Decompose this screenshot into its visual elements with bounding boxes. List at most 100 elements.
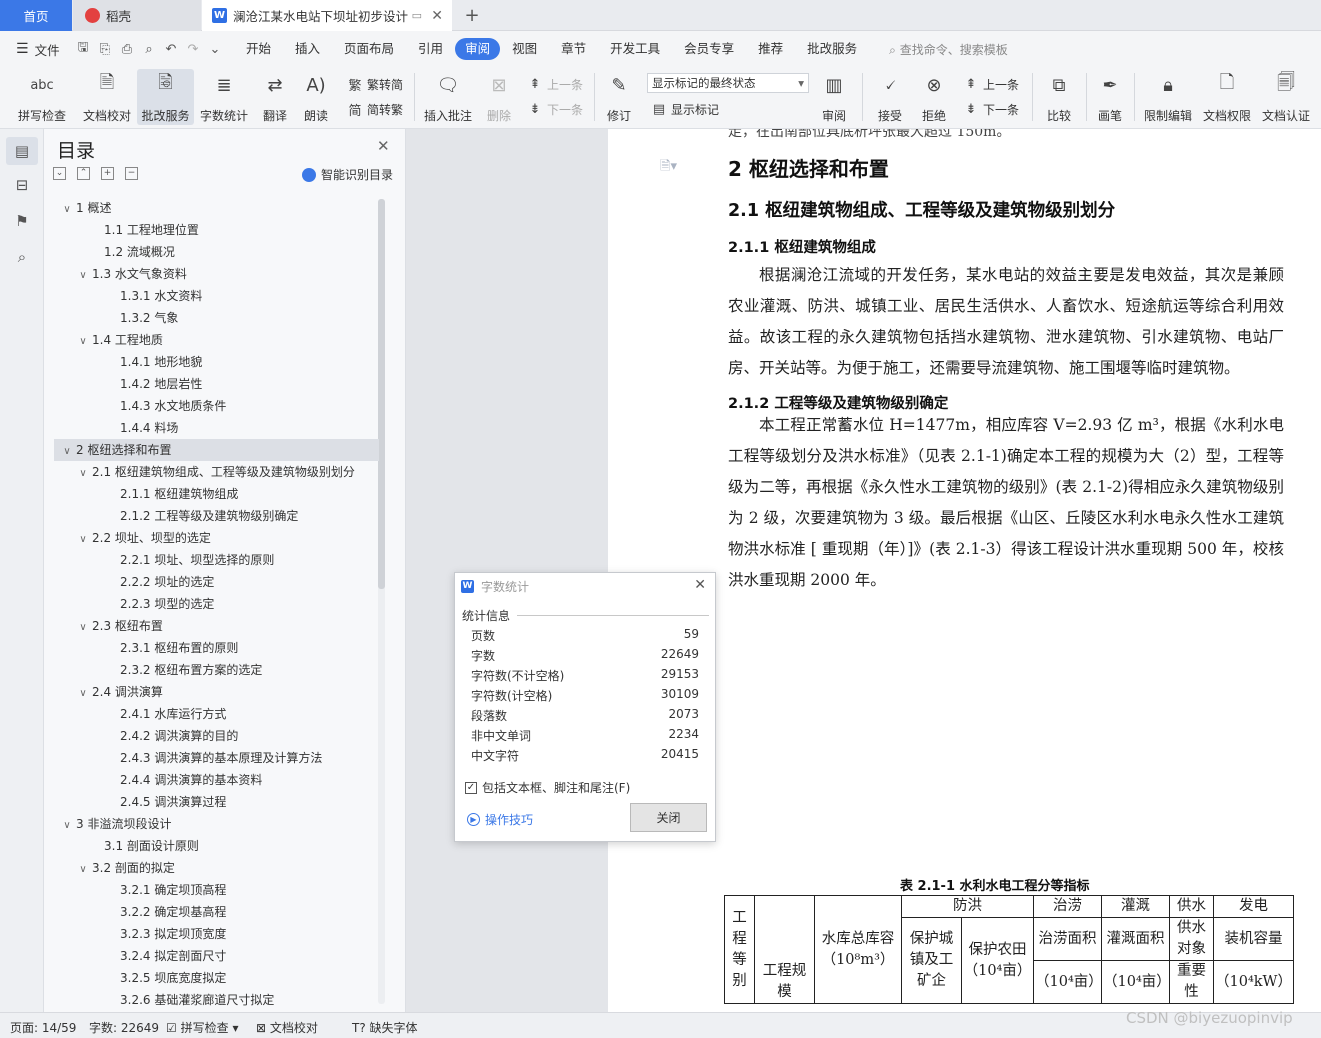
toc-item[interactable]: 2.4.1 水库运行方式 [54, 703, 379, 725]
toc-item[interactable]: ∨ 2.4 调洪演算 [54, 681, 379, 703]
toc-item[interactable]: 2.3.2 枢纽布置方案的选定 [54, 659, 379, 681]
tab-recommend[interactable]: 推荐 [746, 38, 795, 60]
collapse-arrow-icon[interactable]: ∨ [76, 617, 90, 639]
export-pdf-icon[interactable]: ⎘ [94, 38, 116, 60]
toc-item[interactable]: ∨ 1.4 工程地质 [54, 329, 379, 351]
include-textbox-checkbox[interactable]: ✓ 包括文本框、脚注和尾注(F) [465, 779, 630, 796]
toc-item[interactable]: 1.4.4 料场 [54, 417, 379, 439]
toc-item[interactable]: 3.1 剖面设计原则 [54, 835, 379, 857]
review-pane-button[interactable]: ▥ 审阅 [814, 69, 854, 125]
tips-link[interactable]: ▶ 操作技巧 [467, 811, 533, 828]
word-count-button[interactable]: ≣ 字数统计 [197, 69, 251, 125]
collapse-arrow-icon[interactable]: ∨ [60, 199, 74, 221]
tab-home[interactable]: 首页 [0, 0, 72, 31]
to-simplified-button[interactable]: 简 简转繁 [346, 98, 403, 120]
collapse-arrow-icon[interactable]: ∨ [60, 815, 74, 837]
tab-page-layout[interactable]: 页面布局 [332, 38, 406, 60]
command-search[interactable]: ⌕ 查找命令、搜索模板 [889, 41, 1008, 58]
save-icon[interactable]: 🖫 [72, 38, 94, 60]
collapse-all-icon[interactable]: ⌄ [53, 167, 66, 180]
collapse-arrow-icon[interactable]: ∨ [60, 441, 74, 463]
toc-item[interactable]: ∨ 2.2 坝址、坝型的选定 [54, 527, 379, 549]
pen-button[interactable]: ✒ 画笔 [1092, 69, 1128, 125]
toc-item[interactable]: 2.3.1 枢纽布置的原则 [54, 637, 379, 659]
screen-icon[interactable]: ▭ [412, 9, 422, 22]
expand-up-icon[interactable]: ⌃ [77, 167, 90, 180]
tab-view[interactable]: 视图 [500, 38, 549, 60]
toc-item[interactable]: 2.2.3 坝型的选定 [54, 593, 379, 615]
print-preview-icon[interactable]: ⌕ [138, 38, 160, 60]
revise-service-button[interactable]: 🗟 批改服务 [137, 69, 194, 125]
toc-item[interactable]: 3.2.4 拟定剖面尺寸 [54, 945, 379, 967]
restrict-edit-button[interactable]: 🔒︎ 限制编辑 [1140, 69, 1196, 125]
prev-change-button[interactable]: ⇞ 上一条 [962, 73, 1019, 95]
toc-item[interactable]: 2.4.5 调洪演算过程 [54, 791, 379, 813]
prev-comment-button[interactable]: ⇞ 上一条 [526, 73, 583, 95]
spell-check-status[interactable]: ☑ 拼写检查 ▾ [166, 1019, 238, 1036]
dialog-close-icon[interactable]: ✕ [694, 577, 706, 593]
toc-item[interactable]: 3.2.2 确定坝基高程 [54, 901, 379, 923]
word-count-indicator[interactable]: 字数: 22649 [89, 1019, 159, 1036]
toc-item[interactable]: 1.2 流域概况 [54, 241, 379, 263]
collapse-arrow-icon[interactable]: ∨ [76, 529, 90, 551]
missing-font-status[interactable]: T? 缺失字体 [352, 1019, 418, 1036]
toc-item[interactable]: ∨ 2.3 枢纽布置 [54, 615, 379, 637]
toc-item[interactable]: ∨ 2 枢纽选择和布置 [54, 439, 379, 461]
read-aloud-button[interactable]: A) 朗读 [299, 69, 333, 125]
toc-item[interactable]: ∨ 2.1 枢纽建筑物组成、工程等级及建筑物级别划分 [54, 461, 379, 483]
file-menu[interactable]: ☰ 文件 [0, 40, 72, 59]
new-tab-button[interactable]: + [460, 0, 484, 31]
close-button[interactable]: 关闭 [630, 803, 707, 832]
toc-item[interactable]: ∨ 1 概述 [54, 197, 379, 219]
tab-member[interactable]: 会员专享 [672, 38, 746, 60]
toc-item[interactable]: 2.1.2 工程等级及建筑物级别确定 [54, 505, 379, 527]
collapse-arrow-icon[interactable]: ∨ [76, 683, 90, 705]
undo-icon[interactable]: ↶ [160, 38, 182, 60]
toc-item[interactable]: 1.4.1 地形地貌 [54, 351, 379, 373]
toc-item[interactable]: 1.3.2 气象 [54, 307, 379, 329]
spell-check-button[interactable]: abc 拼写检查 [10, 69, 74, 125]
tab-chapter[interactable]: 章节 [549, 38, 598, 60]
add-level-icon[interactable]: + [101, 167, 114, 180]
toc-item[interactable]: 2.2.2 坝址的选定 [54, 571, 379, 593]
toc-item[interactable]: ∨ 1.3 水文气象资料 [54, 263, 379, 285]
close-tab-icon[interactable]: ✕ [431, 8, 443, 24]
show-markup-button[interactable]: ▤ 显示标记 [650, 98, 719, 120]
collapse-arrow-icon[interactable]: ∨ [76, 265, 90, 287]
find-icon[interactable]: ⌕ [6, 243, 38, 271]
translate-button[interactable]: ⇄ 翻译 [255, 69, 295, 125]
markup-state-select[interactable]: 显示标记的最终状态 [647, 73, 809, 93]
toc-item[interactable]: 3.2.3 拟定坝顶宽度 [54, 923, 379, 945]
track-changes-button[interactable]: ✎ 修订 [600, 69, 638, 125]
tab-start[interactable]: 开始 [234, 38, 283, 60]
toc-nav-icon[interactable]: ▤ [6, 137, 38, 165]
chapter-nav-icon[interactable]: ⊟ [6, 171, 38, 199]
toc-item[interactable]: 2.2.1 坝址、坝型选择的原则 [54, 549, 379, 571]
collapse-arrow-icon[interactable]: ∨ [76, 859, 90, 881]
document-canvas[interactable]: 走，在出南部位具底析坪张最大超过 150m。 🗎▾ 2 枢纽选择和布置 2.1 … [406, 129, 1321, 1012]
toc-item[interactable]: 2.4.2 调洪演算的目的 [54, 725, 379, 747]
print-icon[interactable]: ⎙ [116, 38, 138, 60]
toc-item[interactable]: 2.1.1 枢纽建筑物组成 [54, 483, 379, 505]
collapse-arrow-icon[interactable]: ∨ [76, 463, 90, 485]
bookmark-icon[interactable]: ⚑ [6, 207, 38, 235]
reject-button[interactable]: ⊗ 拒绝 [914, 69, 954, 125]
toc-item[interactable]: 1.4.2 地层岩性 [54, 373, 379, 395]
doc-permission-button[interactable]: 🗋 文档权限 [1199, 69, 1255, 125]
more-chevron-icon[interactable]: ⌄ [204, 38, 226, 60]
toc-item[interactable]: ∨ 3 非溢流坝段设计 [54, 813, 379, 835]
smart-toc-button[interactable]: 智能识别目录 [302, 166, 393, 183]
doc-certify-button[interactable]: 🗐 文档认证 [1258, 69, 1314, 125]
remove-level-icon[interactable]: − [125, 167, 138, 180]
accept-button[interactable]: 🗸 接受 [870, 69, 910, 125]
next-change-button[interactable]: ⇟ 下一条 [962, 98, 1019, 120]
dialog-header[interactable]: W 字数统计 [455, 573, 715, 599]
document-page[interactable]: 走，在出南部位具底析坪张最大超过 150m。 🗎▾ 2 枢纽选择和布置 2.1 … [608, 129, 1321, 1012]
tab-review[interactable]: 审阅 [455, 38, 501, 60]
tab-document[interactable]: W 澜沧江某水电站下坝址初步设计 ▭ ✕ [202, 0, 452, 31]
insert-comment-button[interactable]: 🗨 插入批注 [422, 69, 474, 125]
toc-item[interactable]: 3.2.1 确定坝顶高程 [54, 879, 379, 901]
toc-item[interactable]: ∨ 3.2 剖面的拟定 [54, 857, 379, 879]
next-comment-button[interactable]: ⇟ 下一条 [526, 98, 583, 120]
toc-item[interactable]: 1.4.3 水文地质条件 [54, 395, 379, 417]
